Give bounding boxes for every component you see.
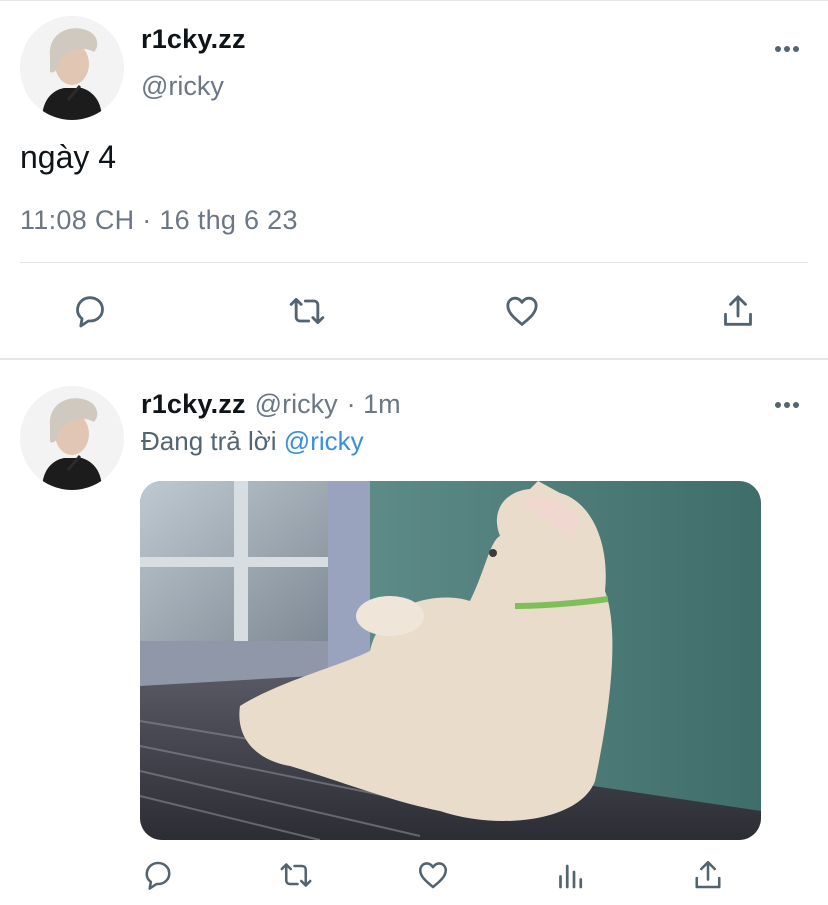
retweet-icon xyxy=(280,863,312,887)
tweet-media-image[interactable] xyxy=(140,481,761,840)
reply-button[interactable] xyxy=(68,289,112,333)
share-button[interactable] xyxy=(716,289,760,333)
share-button[interactable] xyxy=(688,855,728,895)
divider xyxy=(20,262,808,263)
replying-mention[interactable]: @ricky xyxy=(284,426,364,456)
like-icon xyxy=(418,862,448,889)
handle[interactable]: @ricky xyxy=(141,71,224,102)
display-name[interactable]: r1cky.zz xyxy=(141,24,246,55)
retweet-icon xyxy=(289,297,325,325)
analytics-icon xyxy=(559,864,583,889)
retweet-button[interactable] xyxy=(275,855,317,895)
share-icon xyxy=(695,860,721,889)
avatar[interactable] xyxy=(20,16,124,120)
photo-icon xyxy=(140,481,761,840)
retweet-button[interactable] xyxy=(283,289,331,333)
person-avatar-icon xyxy=(20,16,124,120)
reply-handle[interactable]: @ricky xyxy=(255,389,338,420)
reply-display-name[interactable]: r1cky.zz xyxy=(141,389,246,420)
reply-button[interactable] xyxy=(138,855,178,895)
tweet-timestamp: 11:08 CH · 16 thg 6 23 xyxy=(20,205,298,235)
like-icon xyxy=(506,296,538,326)
tweet-text: ngày 4 xyxy=(20,139,117,175)
reply-avatar[interactable] xyxy=(20,386,124,490)
reply-icon xyxy=(76,296,104,328)
replying-to: Đang trả lời @ricky xyxy=(141,426,364,457)
share-icon xyxy=(724,295,752,326)
more-options-icon[interactable] xyxy=(774,401,800,409)
top-border xyxy=(0,0,828,1)
tweet-separator xyxy=(0,358,828,360)
reply-icon xyxy=(145,861,171,890)
analytics-button[interactable] xyxy=(551,855,591,895)
reply-header: r1cky.zz @ricky · 1m xyxy=(141,389,401,420)
reply-time: · 1m xyxy=(346,389,401,419)
like-button[interactable] xyxy=(413,855,453,895)
person-avatar-icon xyxy=(20,386,124,490)
replying-label: Đang trả lời xyxy=(141,426,277,456)
more-options-icon[interactable] xyxy=(774,45,800,53)
like-button[interactable] xyxy=(500,289,544,333)
